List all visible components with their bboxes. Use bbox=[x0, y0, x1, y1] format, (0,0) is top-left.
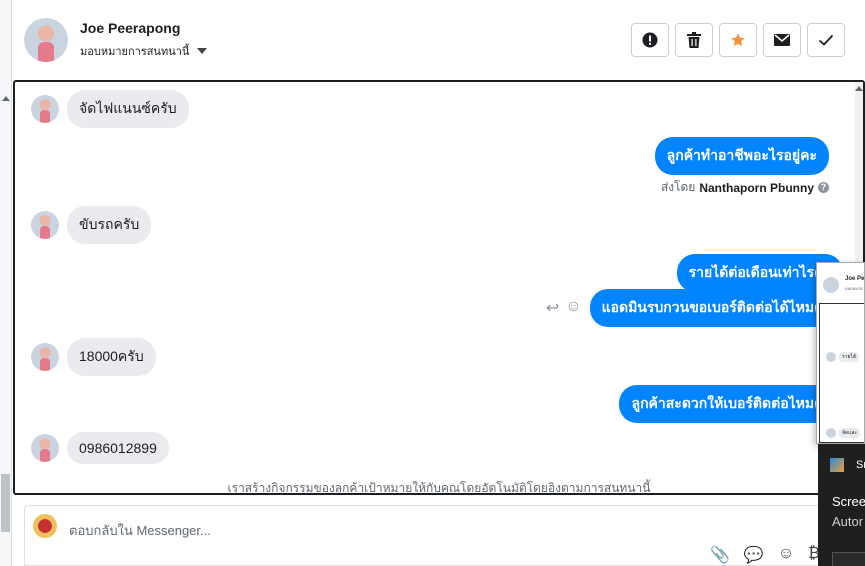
exclamation-circle-icon bbox=[642, 32, 658, 48]
conversation-header: Joe Peerapong มอบหมายการสนทนานี้ bbox=[12, 0, 865, 80]
message-incoming: 0986012899 bbox=[31, 432, 169, 464]
spam-button[interactable] bbox=[631, 23, 669, 57]
reply-composer[interactable]: ตอบกลับใน Messenger... 📎 💬 ☺ ₿ bbox=[24, 505, 865, 566]
popup-name: Joe Pe bbox=[845, 276, 865, 282]
toast-app-name: Sn bbox=[856, 459, 865, 471]
attachment-icon[interactable]: 📎 bbox=[710, 545, 730, 565]
caret-down-icon bbox=[197, 48, 208, 54]
envelope-icon bbox=[774, 34, 790, 46]
sent-by-label: ส่งโดย Nanthaporn Pbunny ? bbox=[661, 178, 829, 197]
message-incoming: จัดไฟแนนซ์ครับ bbox=[31, 90, 189, 128]
done-button[interactable] bbox=[807, 23, 845, 57]
contact-avatar-small[interactable] bbox=[31, 343, 59, 371]
popup-row-text: จัดและ bbox=[839, 428, 861, 438]
emoji-icon[interactable]: ☺ bbox=[778, 545, 794, 565]
contact-name[interactable]: Joe Peerapong bbox=[80, 20, 180, 36]
message-outgoing: ลูกค้าทำอาชีพอะไรอยู่คะ bbox=[654, 137, 829, 175]
contact-avatar-small[interactable] bbox=[31, 434, 59, 462]
popup-row: รายได้ bbox=[826, 352, 860, 362]
left-sidebar-edge bbox=[0, 0, 12, 566]
reply-icon[interactable]: ↩ bbox=[546, 298, 559, 318]
checkmark-icon bbox=[818, 34, 834, 46]
lead-activity-note: เราสร้างกิจกรรมของลูกค้าเป้าหมายให้กับคุ… bbox=[227, 481, 651, 495]
message-incoming: ขับรถครับ bbox=[31, 206, 152, 244]
system-notification-toast[interactable]: Sn Scree Autor bbox=[818, 444, 865, 566]
message-outgoing: ↩ ☺ แอดมินรบกวนขอเบอร์ติดต่อได้ไหมคะ bbox=[546, 289, 843, 327]
delete-button[interactable] bbox=[675, 23, 713, 57]
star-button[interactable] bbox=[719, 23, 757, 57]
message-bubble[interactable]: ลูกค้าสะดวกให้เบอร์ติดต่อไหมคะ bbox=[619, 385, 843, 423]
popup-row-avatar bbox=[826, 352, 836, 362]
popup-avatar bbox=[823, 277, 839, 293]
message-bubble[interactable]: ลูกค้าทำอาชีพอะไรอยู่คะ bbox=[654, 137, 829, 175]
toast-title: Scree bbox=[832, 494, 865, 509]
message-hover-actions: ↩ ☺ bbox=[546, 298, 582, 318]
sent-by-agent: Nanthaporn Pbunny bbox=[699, 180, 814, 195]
toast-action-button[interactable] bbox=[832, 552, 865, 566]
message-incoming: 18000ครับ bbox=[31, 338, 156, 376]
sent-by-prefix: ส่งโดย bbox=[660, 180, 696, 194]
composer-tools: 📎 💬 ☺ ₿ bbox=[710, 545, 820, 565]
message-thread[interactable]: จัดไฟแนนซ์ครับ ลูกค้าทำอาชีพอะไรอยู่คะ ส… bbox=[13, 80, 865, 495]
conversation-actions bbox=[631, 23, 845, 57]
message-bubble[interactable]: แอดมินรบกวนขอเบอร์ติดต่อได้ไหมคะ bbox=[589, 289, 843, 327]
screenshot-preview-popup[interactable]: Joe Pe มอบหมาย รายได้ จัดและ bbox=[816, 262, 865, 444]
popup-row-text: รายได้ bbox=[839, 352, 860, 362]
toast-body: Autor bbox=[832, 514, 864, 529]
reply-input-placeholder[interactable]: ตอบกลับใน Messenger... bbox=[69, 520, 211, 541]
popup-row-avatar bbox=[826, 428, 836, 438]
message-bubble[interactable]: 0986012899 bbox=[67, 432, 169, 464]
sidebar-scrollbar-thumb[interactable] bbox=[1, 474, 10, 532]
messenger-inbox-page: Joe Peerapong มอบหมายการสนทนานี้ จัดไฟแน… bbox=[0, 0, 865, 566]
scroll-up-arrow[interactable] bbox=[855, 86, 863, 91]
trash-icon bbox=[687, 32, 701, 48]
contact-avatar-small[interactable] bbox=[31, 211, 59, 239]
message-bubble[interactable]: จัดไฟแนนซ์ครับ bbox=[67, 90, 189, 128]
popup-thread-preview: รายได้ จัดและ bbox=[819, 303, 864, 443]
react-smiley-icon[interactable]: ☺ bbox=[565, 298, 581, 318]
contact-avatar[interactable] bbox=[24, 18, 68, 62]
saved-replies-icon[interactable]: 💬 bbox=[744, 545, 764, 565]
scroll-up-arrow[interactable] bbox=[2, 96, 10, 101]
message-bubble[interactable]: 18000ครับ bbox=[67, 338, 156, 376]
mark-unread-button[interactable] bbox=[763, 23, 801, 57]
contact-avatar-small[interactable] bbox=[31, 95, 59, 123]
popup-row: จัดและ bbox=[826, 428, 861, 438]
snip-app-icon bbox=[830, 458, 844, 472]
assign-conversation-dropdown[interactable]: มอบหมายการสนทนานี้ bbox=[80, 42, 208, 60]
message-bubble[interactable]: ขับรถครับ bbox=[67, 206, 152, 244]
assign-label: มอบหมายการสนทนานี้ bbox=[80, 46, 190, 58]
message-outgoing: ลูกค้าสะดวกให้เบอร์ติดต่อไหมคะ bbox=[619, 385, 843, 423]
help-icon[interactable]: ? bbox=[818, 182, 829, 193]
page-avatar bbox=[33, 514, 57, 538]
star-icon bbox=[731, 33, 745, 47]
popup-subtitle: มอบหมาย bbox=[845, 286, 863, 291]
